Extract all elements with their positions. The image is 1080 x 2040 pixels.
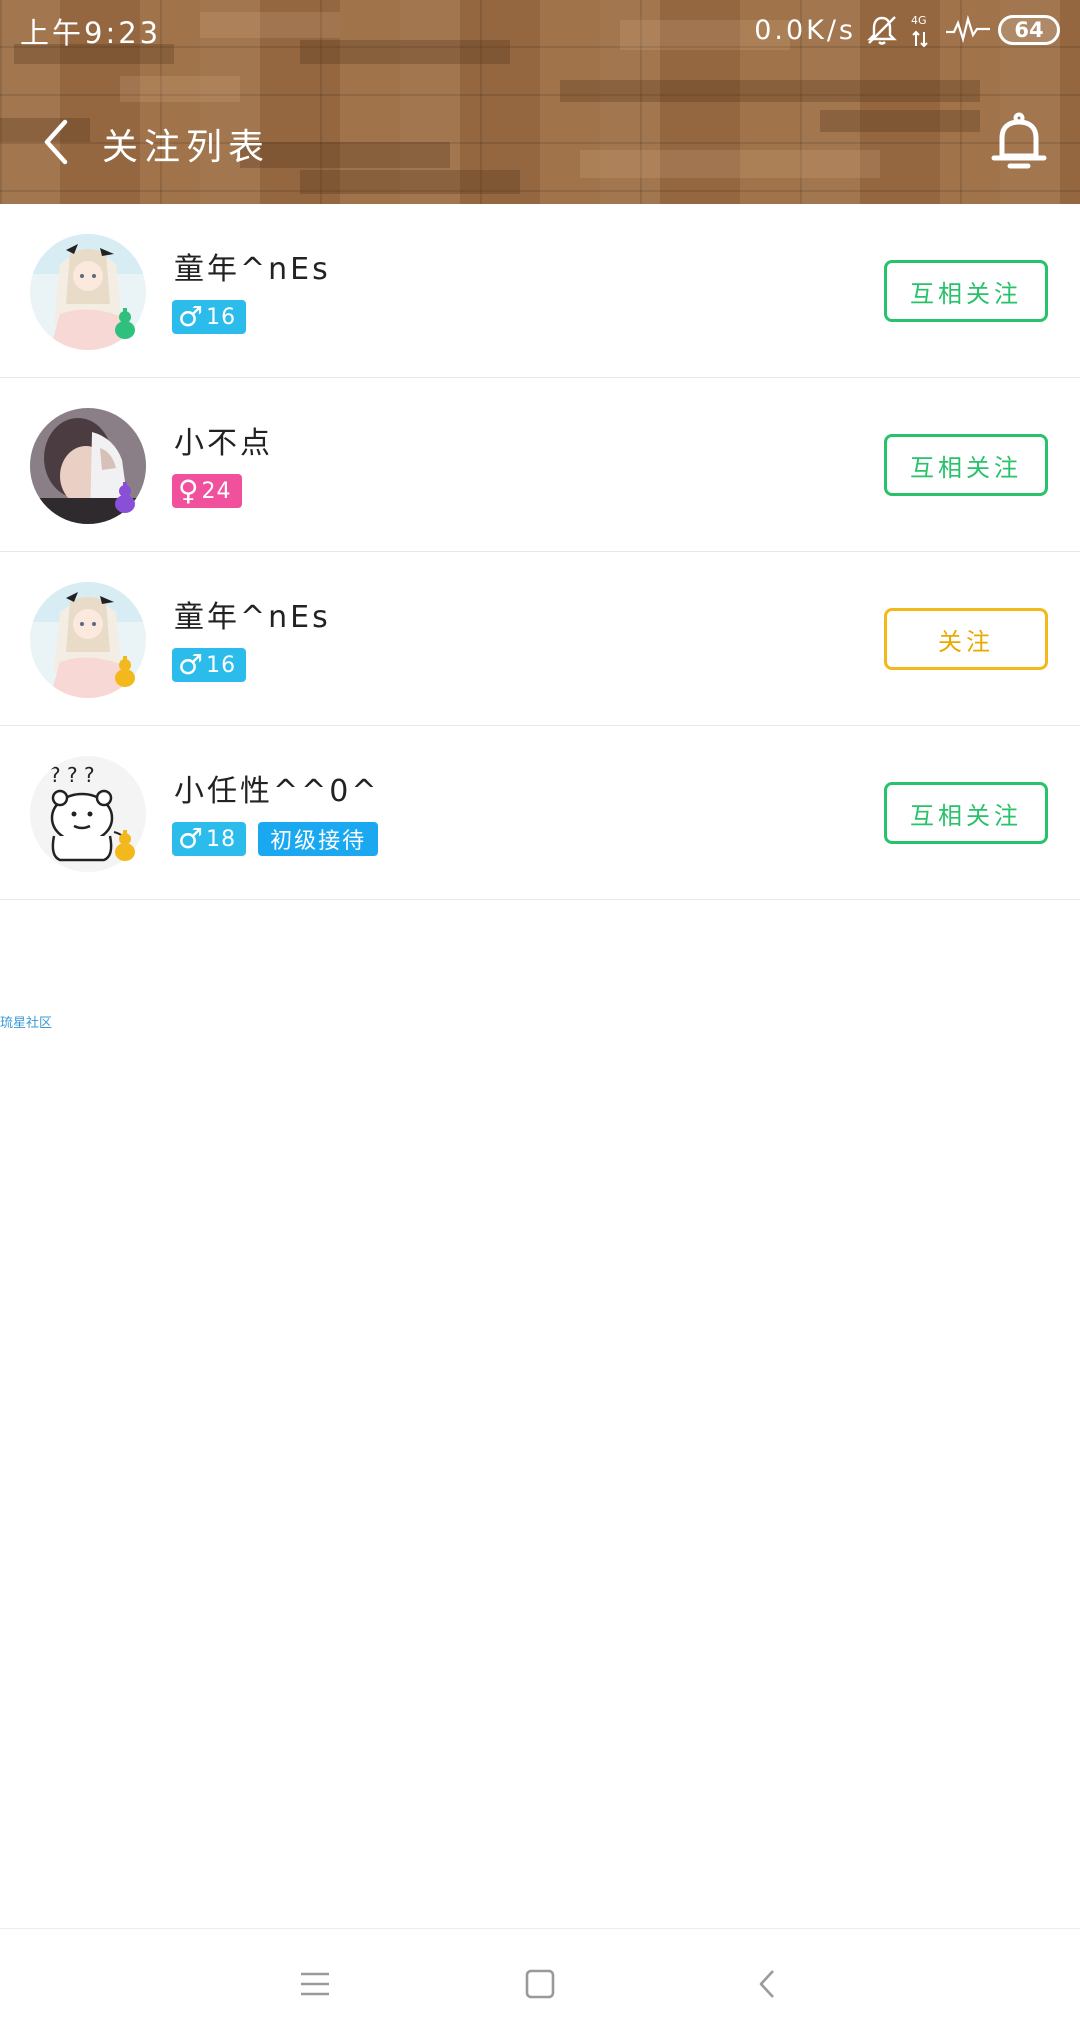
user-tags: ♀ 24: [172, 474, 242, 508]
user-tags: ♂ 16: [172, 648, 247, 682]
list-item[interactable]: 小不点 ♀ 24 互相关注: [0, 378, 1080, 552]
female-icon: ♀: [178, 474, 200, 507]
user-tags: ♂ 18 初级接待: [172, 822, 379, 856]
system-nav-bar: [0, 1928, 1080, 2040]
user-name: 小任性^^0^: [174, 774, 380, 809]
age-label: 16: [206, 304, 237, 330]
menu-icon[interactable]: [290, 1959, 340, 2009]
home-square-icon[interactable]: [515, 1959, 565, 2009]
watermark-link[interactable]: 琉星社区: [0, 1012, 52, 1031]
gender-age-badge: ♂ 16: [172, 300, 247, 334]
list-item[interactable]: 童年^nEs ♂ 16 关注: [0, 552, 1080, 726]
level-badge: 初级接待: [258, 822, 379, 856]
back-triangle-icon[interactable]: [742, 1959, 792, 2009]
page-title: 关注列表: [102, 127, 271, 168]
mutual-follow-button[interactable]: 互相关注: [884, 434, 1048, 496]
age-label: 16: [206, 652, 237, 678]
male-icon: ♂: [178, 822, 205, 855]
male-icon: ♂: [178, 300, 205, 333]
network-type-label: 4G: [911, 14, 927, 27]
status-time: 上午9:23: [20, 16, 162, 50]
gourd-badge-icon: [115, 308, 135, 339]
wood-texture: [560, 80, 980, 102]
bell-icon[interactable]: [986, 108, 1052, 178]
wood-texture: [120, 76, 240, 102]
gender-age-badge: ♂ 18: [172, 822, 247, 856]
signal-wave-icon: [946, 12, 990, 48]
list-item[interactable]: 童年^nEs ♂ 16 互相关注: [0, 204, 1080, 378]
network-speed: 0.0K/s: [754, 14, 856, 46]
age-label: 24: [201, 478, 232, 504]
age-label: 18: [206, 826, 237, 852]
gourd-badge-icon: [115, 656, 135, 687]
user-name: 童年^nEs: [174, 252, 331, 287]
mutual-follow-button[interactable]: 互相关注: [884, 782, 1048, 844]
user-name: 童年^nEs: [174, 600, 331, 635]
svg-text:? ? ?: ? ? ?: [50, 763, 95, 787]
mute-bell-icon: [864, 12, 900, 48]
male-icon: ♂: [178, 648, 205, 681]
gender-age-badge: ♂ 16: [172, 648, 247, 682]
follow-list: 童年^nEs ♂ 16 互相关注 小不点 ♀ 24 互相关注 童年^nEs ♂ …: [0, 204, 1080, 900]
back-icon[interactable]: [36, 116, 76, 168]
battery-indicator: 64: [998, 15, 1060, 45]
header-bar: 上午9:23 0.0K/s 4G 64 关注列表: [0, 0, 1080, 204]
status-bar: 上午9:23 0.0K/s 4G 64: [0, 0, 1080, 58]
gender-age-badge: ♀ 24: [172, 474, 242, 508]
list-item[interactable]: ? ? ? 小任性^^0^ ♂ 18 初级接待 互相关注: [0, 726, 1080, 900]
title-bar: 关注列表: [0, 100, 1080, 184]
signal-4g-icon: 4G: [908, 12, 938, 48]
mutual-follow-button[interactable]: 互相关注: [884, 260, 1048, 322]
gourd-badge-icon: [115, 830, 135, 861]
follow-button[interactable]: 关注: [884, 608, 1048, 670]
user-name: 小不点: [174, 426, 273, 461]
status-indicators: 0.0K/s 4G 64: [754, 10, 1060, 50]
user-tags: ♂ 16: [172, 300, 247, 334]
gourd-badge-icon: [115, 482, 135, 513]
